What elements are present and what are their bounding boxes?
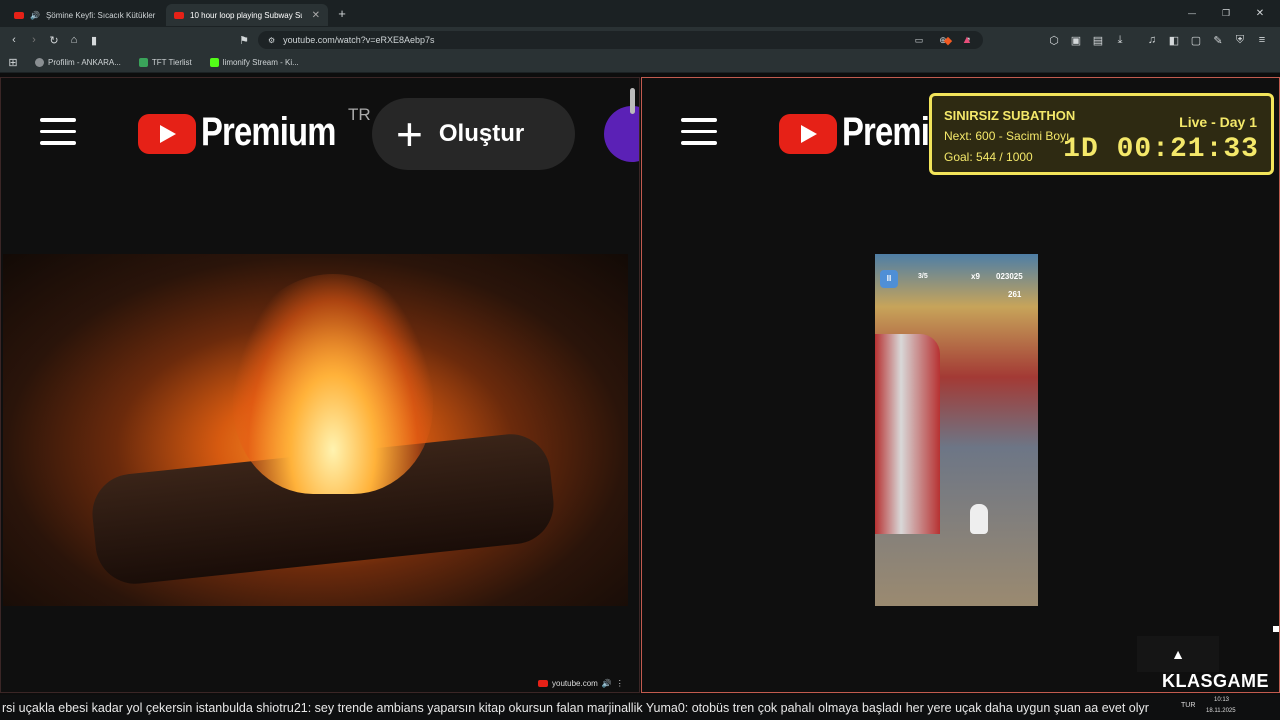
youtube-icon xyxy=(538,679,548,687)
overlay-title: SINIRSIZ SUBATHON xyxy=(944,108,1076,123)
brave-shield-icon[interactable]: ◆ xyxy=(938,30,958,50)
bookmark-profilim[interactable]: Profilim - ANKARA... xyxy=(35,58,121,67)
tab-title: 10 hour loop playing Subway Su xyxy=(190,10,302,20)
bookmark-page-icon[interactable]: ⚑ xyxy=(234,30,254,50)
youtube-logo-icon[interactable] xyxy=(138,114,196,154)
tft-icon xyxy=(138,58,148,67)
tab-subway[interactable]: 10 hour loop playing Subway Su ✕ xyxy=(166,4,328,26)
tab-bar: 🔊 Şömine Keyfi: Sıcacık Kütükler 10 hour… xyxy=(0,0,1280,27)
overlay-timer: 1D 00:21:33 xyxy=(1063,134,1259,165)
restore-button[interactable]: ❐ xyxy=(1216,4,1236,24)
overlay-live: Live - Day 1 xyxy=(1179,114,1257,130)
lives-counter: 3/5 xyxy=(918,273,928,280)
plus-icon: + xyxy=(396,108,423,160)
create-button[interactable]: + Oluştur xyxy=(372,98,575,170)
screenshot-icon[interactable]: ▣ xyxy=(1066,30,1086,50)
youtube-icon xyxy=(174,11,184,19)
fireplace-video[interactable] xyxy=(3,254,628,606)
rewards-icon[interactable]: ▲ xyxy=(957,30,977,50)
close-window-button[interactable]: ✕ xyxy=(1250,4,1270,24)
reload-icon[interactable]: ↻ xyxy=(44,30,64,50)
score-value: 023025 xyxy=(996,272,1023,281)
apps-grid-icon[interactable]: ⊞ xyxy=(3,53,23,73)
back-icon[interactable]: ‹ xyxy=(4,30,24,50)
download-icon[interactable]: ⤓ xyxy=(1110,30,1130,50)
create-label: Oluştur xyxy=(438,120,525,147)
sidebar-icon[interactable]: ▮ xyxy=(84,30,104,50)
taskbar-date[interactable]: 18.11.2025 xyxy=(1206,708,1236,714)
premium-logo-text: Premium xyxy=(201,110,336,154)
right-menu-icon[interactable] xyxy=(681,118,717,146)
home-icon[interactable]: ⌂ xyxy=(64,30,84,50)
bookmark-tft[interactable]: TFT Tierlist xyxy=(138,58,192,67)
klasgame-watermark: KLASGAME xyxy=(1162,671,1269,691)
left-scrollbar[interactable] xyxy=(630,88,635,114)
runner-character xyxy=(970,504,988,534)
vpn-icon[interactable]: ⛨ xyxy=(1230,30,1250,50)
subathon-overlay: SINIRSIZ SUBATHON Next: 600 - Sacimi Boy… xyxy=(929,93,1274,175)
cast-icon[interactable]: ▭ xyxy=(909,30,929,50)
chat-ticker: rsi uçakla ebesi kadar yol çekersin ista… xyxy=(0,695,1280,720)
more-icon[interactable]: ⋮ xyxy=(616,679,624,688)
taskbar-lang[interactable]: TUR xyxy=(1181,702,1195,709)
sidebar-toggle-icon[interactable]: ◧ xyxy=(1164,30,1184,50)
address-field[interactable]: ⚙ youtube.com/watch?v=eRXE8Aebp7s ▭ ⊕ ↗ xyxy=(258,31,983,49)
source-badge[interactable]: youtube.com 🔊 ⋮ xyxy=(538,676,624,690)
kick-icon xyxy=(209,58,219,67)
source-badge-label: youtube.com xyxy=(552,678,598,688)
avatar[interactable] xyxy=(604,106,639,162)
sponsor-logo: ▲ xyxy=(1137,636,1219,672)
left-player-panel: Premium TR + Oluştur youtube.com 🔊 ⋮ xyxy=(0,77,640,693)
score-multiplier: x9 xyxy=(971,272,980,281)
menu-icon[interactable]: ≡ xyxy=(1252,30,1272,50)
train-shape xyxy=(875,334,940,534)
bookmark-label: Profilim - ANKARA... xyxy=(48,58,121,67)
toolbar: ‹ › ↻ ⌂ ▮ ⚑ ⚙ youtube.com/watch?v=eRXE8A… xyxy=(0,27,1280,53)
site-info-icon[interactable]: ⚙ xyxy=(268,36,275,45)
youtube-logo-icon[interactable] xyxy=(779,114,837,154)
youtube-icon xyxy=(14,11,24,19)
overlay-next: Next: 600 - Sacimi Boyı xyxy=(944,129,1070,143)
bookmark-label: limonify Stream - Ki... xyxy=(222,58,299,67)
subway-surfers-video[interactable]: II 3/5 x9 023025 261 xyxy=(875,254,1038,606)
speaker-icon[interactable]: 🔊 xyxy=(30,11,40,20)
bookmarks-bar: ⊞ Profilim - ANKARA... TFT Tierlist limo… xyxy=(0,53,1280,73)
wallet-icon[interactable]: ▢ xyxy=(1186,30,1206,50)
overlay-goal: Goal: 544 / 1000 xyxy=(944,150,1033,164)
coins-value: 261 xyxy=(1008,290,1022,299)
forward-icon[interactable]: › xyxy=(24,30,44,50)
country-code: TR xyxy=(348,105,371,124)
leo-icon[interactable]: ✎ xyxy=(1208,30,1228,50)
close-tab-icon[interactable]: ✕ xyxy=(312,10,320,21)
right-scrollbar[interactable] xyxy=(1273,626,1279,632)
tab-fireplace[interactable]: 🔊 Şömine Keyfi: Sıcacık Kütükler xyxy=(6,4,166,26)
chat-text: rsi uçakla ebesi kadar yol çekersin ista… xyxy=(2,700,1149,715)
minimize-button[interactable]: — xyxy=(1182,4,1202,24)
bookmark-kick[interactable]: limonify Stream - Ki... xyxy=(209,58,299,67)
bookmark-label: TFT Tierlist xyxy=(151,58,192,67)
flame-shape xyxy=(233,274,433,494)
tab-search-icon[interactable]: ▤ xyxy=(1088,30,1108,50)
extensions-icon[interactable]: ⬡ xyxy=(1044,30,1064,50)
volume-icon[interactable]: 🔊 xyxy=(602,679,612,688)
taskbar-time[interactable]: 10:13 xyxy=(1214,697,1229,703)
url-text: youtube.com/watch?v=eRXE8Aebp7s xyxy=(283,35,435,45)
tab-title: Şömine Keyfi: Sıcacık Kütükler xyxy=(45,10,156,20)
left-menu-icon[interactable] xyxy=(40,118,76,146)
music-icon[interactable]: ♫ xyxy=(1142,30,1162,50)
globe-icon xyxy=(35,58,44,67)
new-tab-button[interactable]: + xyxy=(332,4,352,24)
pause-button[interactable]: II xyxy=(880,270,898,288)
